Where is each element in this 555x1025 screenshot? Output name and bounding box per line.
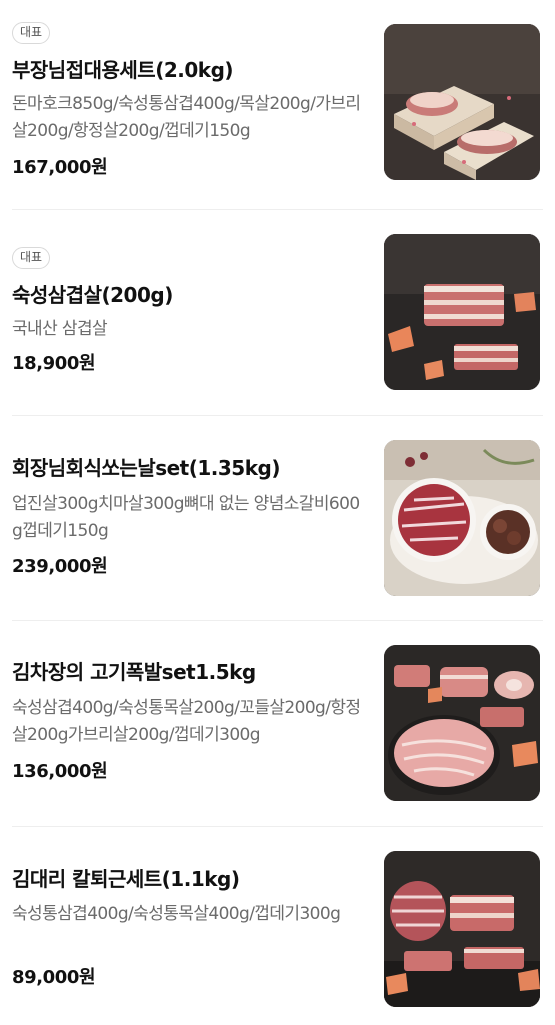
- pork-set-board-photo: [384, 851, 540, 1007]
- menu-item[interactable]: 김차장의 고기폭발set1.5kg 숙성삼겹400g/숙성통목살200g/꼬들살…: [12, 620, 540, 820]
- menu-item-name: 숙성삼겹살(200g): [12, 283, 173, 307]
- menu-list: 대표 부장님접대용세트(2.0kg) 돈마호크850g/숙성통삼겹400g/목살…: [0, 0, 555, 1025]
- signature-badge: 대표: [12, 22, 51, 44]
- signature-badge: 대표: [12, 247, 51, 269]
- menu-item-name: 회장님회식쏘는날set(1.35kg): [12, 456, 280, 480]
- menu-item-price: 18,900원: [12, 353, 96, 374]
- pork-gift-box-photo: [384, 24, 540, 180]
- menu-item-price: 239,000원: [12, 556, 108, 577]
- menu-item-image[interactable]: [384, 234, 540, 390]
- menu-item-name: 김차장의 고기폭발set1.5kg: [12, 660, 256, 684]
- menu-item-name: 김대리 칼퇴근세트(1.1kg): [12, 867, 240, 891]
- pork-belly-slab-photo: [384, 234, 540, 390]
- menu-item-description: 국내산 삼겹살: [12, 319, 108, 339]
- menu-item-description: 돈마호크850g/숙성통삼겹400g/목살200g/가브리살200g/항정살20…: [12, 94, 361, 141]
- menu-item-description: 숙성통삼겹400g/숙성통목살400g/껍데기300g: [12, 904, 341, 924]
- menu-item[interactable]: 대표 숙성삼겹살(200g) 국내산 삼겹살 18,900원: [12, 210, 540, 410]
- menu-item-description: 숙성삼겹400g/숙성통목살200g/꼬들살200g/항정살200g가브리살20…: [12, 698, 361, 745]
- menu-item[interactable]: 회장님회식쏘는날set(1.35kg) 업진살300g치마살300g뼈대 없는 …: [12, 415, 540, 615]
- menu-item-image[interactable]: [384, 645, 540, 801]
- menu-item[interactable]: 대표 부장님접대용세트(2.0kg) 돈마호크850g/숙성통삼겹400g/목살…: [12, 0, 540, 200]
- menu-item-price: 136,000원: [12, 761, 108, 782]
- menu-item-description: 업진살300g치마살300g뼈대 없는 양념소갈비600g껍데기150g: [12, 494, 360, 541]
- menu-item-image[interactable]: [384, 440, 540, 596]
- pork-assortment-platter-photo: [384, 645, 540, 801]
- menu-item-price: 89,000원: [12, 967, 96, 988]
- menu-item-price: 167,000원: [12, 157, 108, 178]
- menu-item-name: 부장님접대용세트(2.0kg): [12, 58, 234, 82]
- menu-item-image[interactable]: [384, 24, 540, 180]
- menu-item-image[interactable]: [384, 851, 540, 1007]
- beef-platter-photo: [384, 440, 540, 596]
- menu-item[interactable]: 김대리 칼퇴근세트(1.1kg) 숙성통삼겹400g/숙성통목살400g/껍데기…: [12, 826, 540, 1025]
